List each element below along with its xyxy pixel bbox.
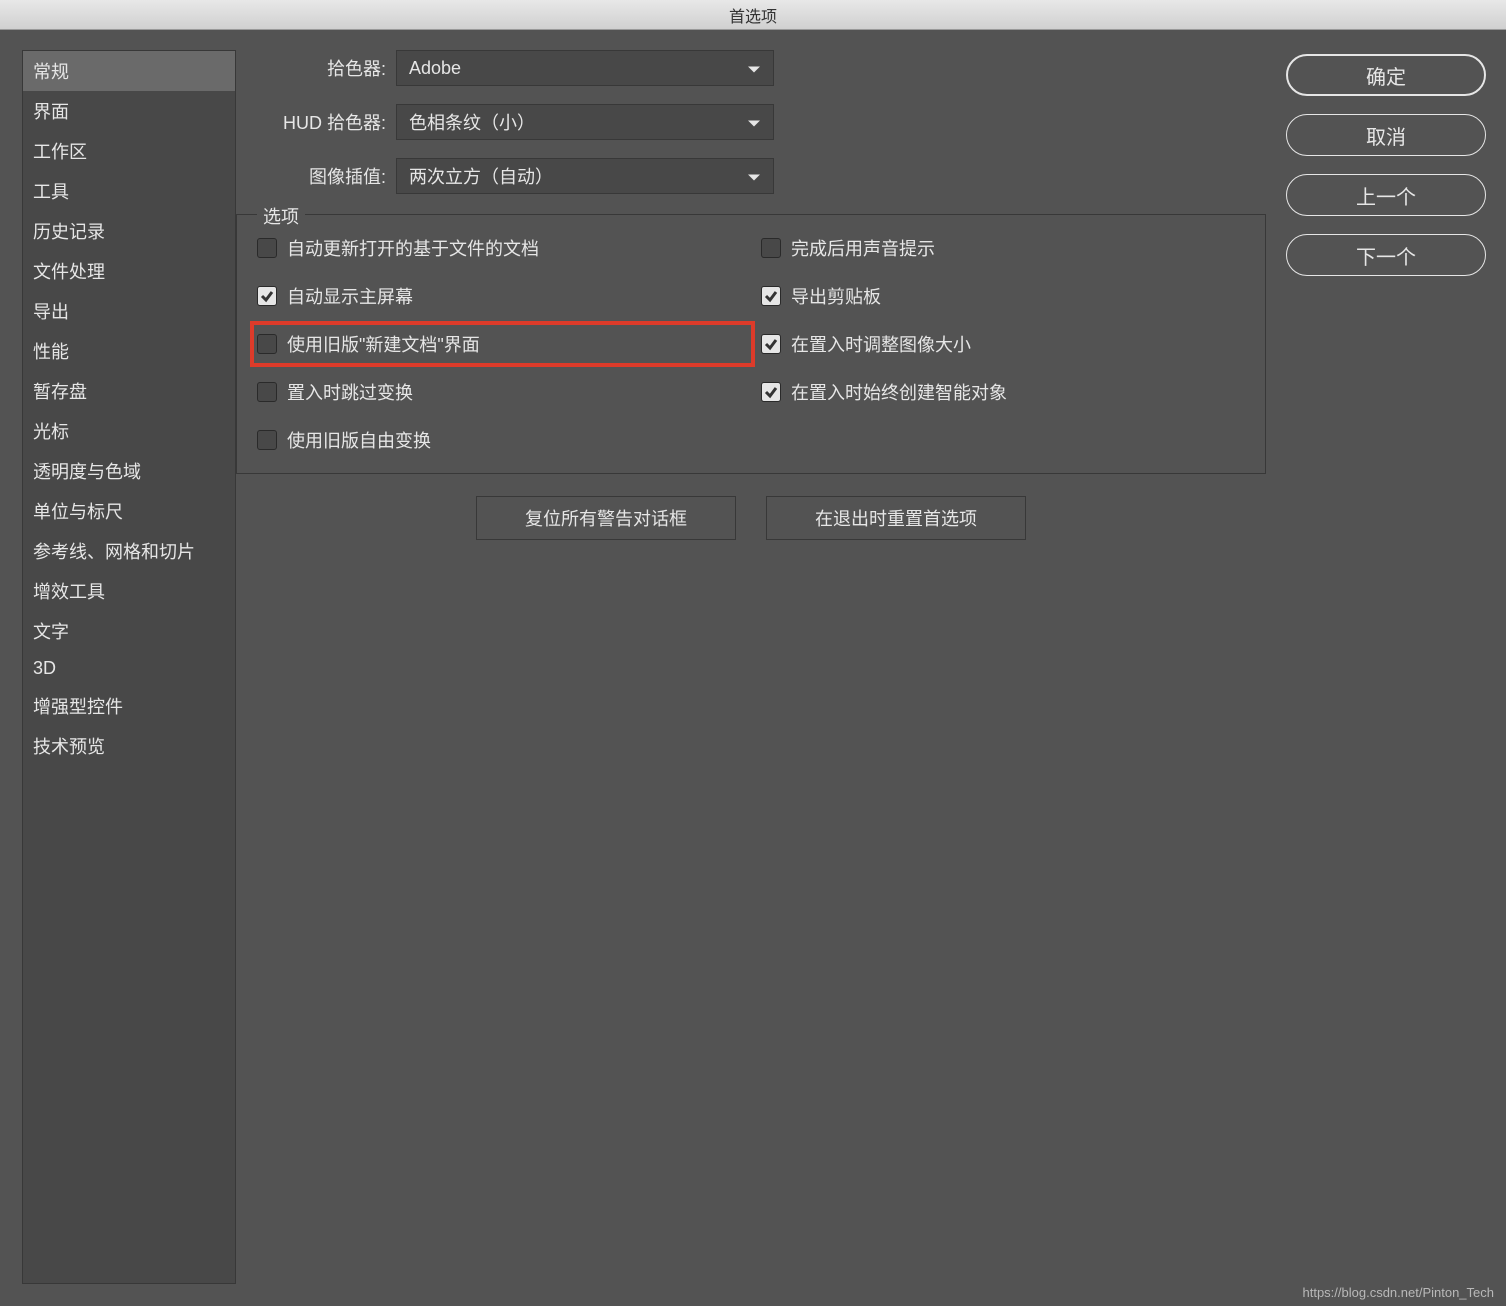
sidebar-item-type[interactable]: 文字 xyxy=(23,611,235,651)
checkbox-legthe -newdoc[interactable]: 使用旧版"新建文档"界面 xyxy=(250,321,755,367)
sidebar-item-preview[interactable]: 技术预览 xyxy=(23,726,235,766)
checkbox-icon[interactable] xyxy=(257,382,277,402)
checkbox-icon[interactable] xyxy=(257,430,277,450)
checkbox-skip-transform[interactable]: 置入时跳过变换 xyxy=(257,379,741,405)
sidebar-item-3d[interactable]: 3D xyxy=(23,651,235,686)
checkbox-icon[interactable] xyxy=(257,334,277,354)
watermark: https://blog.csdn.net/Pinton_Tech xyxy=(1302,1285,1494,1300)
image-interp-label: 图像插值: xyxy=(236,163,396,189)
hud-picker-label: HUD 拾色器: xyxy=(236,109,396,135)
checkbox-auto-update[interactable]: 自动更新打开的基于文件的文档 xyxy=(257,235,741,261)
color-picker-label: 拾色器: xyxy=(236,55,396,81)
sidebar-item-export[interactable]: 导出 xyxy=(23,291,235,331)
checkbox-resize-place[interactable]: 在置入时调整图像大小 xyxy=(761,331,1245,357)
checkbox-show-home[interactable]: 自动显示主屏幕 xyxy=(257,283,741,309)
sidebar-item-scratch[interactable]: 暂存盘 xyxy=(23,371,235,411)
reset-dialogs-button[interactable]: 复位所有警告对话框 xyxy=(476,496,736,540)
image-interp-value: 两次立方（自动） xyxy=(409,163,553,189)
sidebar-item-enhanced[interactable]: 增强型控件 xyxy=(23,686,235,726)
sidebar-item-tools[interactable]: 工具 xyxy=(23,171,235,211)
hud-picker-value: 色相条纹（小） xyxy=(409,109,535,135)
sidebar-item-interface[interactable]: 界面 xyxy=(23,91,235,131)
main-area: 常规 界面 工作区 工具 历史记录 文件处理 导出 性能 暂存盘 光标 透明度与… xyxy=(0,30,1506,1306)
chevron-down-icon xyxy=(747,112,761,133)
hud-picker-dropdown[interactable]: 色相条纹（小） xyxy=(396,104,774,140)
chevron-down-icon xyxy=(747,58,761,79)
color-picker-dropdown[interactable]: Adobe xyxy=(396,50,774,86)
checkbox-icon[interactable] xyxy=(257,286,277,306)
checkbox-icon[interactable] xyxy=(761,286,781,306)
sidebar-item-units[interactable]: 单位与标尺 xyxy=(23,491,235,531)
sidebar-item-guides[interactable]: 参考线、网格和切片 xyxy=(23,531,235,571)
options-fieldset: 选项 自动更新打开的基于文件的文档 完成后用声音提示 自动显示主屏幕 xyxy=(236,214,1266,474)
preferences-sidebar: 常规 界面 工作区 工具 历史记录 文件处理 导出 性能 暂存盘 光标 透明度与… xyxy=(22,50,236,1284)
color-picker-value: Adobe xyxy=(409,58,461,79)
sidebar-item-filehandling[interactable]: 文件处理 xyxy=(23,251,235,291)
checkbox-icon[interactable] xyxy=(257,238,277,258)
checkbox-icon[interactable] xyxy=(761,334,781,354)
sidebar-item-history[interactable]: 历史记录 xyxy=(23,211,235,251)
checkbox-legacy-transform[interactable]: 使用旧版自由变换 xyxy=(257,427,741,453)
checkbox-beep-done[interactable]: 完成后用声音提示 xyxy=(761,235,1245,261)
cancel-button[interactable]: 取消 xyxy=(1286,114,1486,156)
sidebar-item-workspace[interactable]: 工作区 xyxy=(23,131,235,171)
sidebar-item-performance[interactable]: 性能 xyxy=(23,331,235,371)
content-area: 拾色器: Adobe HUD 拾色器: 色相条纹（小） 图像插值: 两次立方（自… xyxy=(236,50,1506,1306)
checkbox-smart-object[interactable]: 在置入时始终创建智能对象 xyxy=(761,379,1245,405)
ok-button[interactable]: 确定 xyxy=(1286,54,1486,96)
window-title: 首选项 xyxy=(729,3,777,27)
checkbox-export-clip[interactable]: 导出剪贴板 xyxy=(761,283,1245,309)
sidebar-item-plugins[interactable]: 增效工具 xyxy=(23,571,235,611)
image-interp-dropdown[interactable]: 两次立方（自动） xyxy=(396,158,774,194)
checkbox-icon[interactable] xyxy=(761,238,781,258)
checkbox-icon[interactable] xyxy=(761,382,781,402)
sidebar-item-general[interactable]: 常规 xyxy=(23,51,235,91)
window-titlebar: 首选项 xyxy=(0,0,1506,30)
chevron-down-icon xyxy=(747,166,761,187)
next-button[interactable]: 下一个 xyxy=(1286,234,1486,276)
options-legend: 选项 xyxy=(257,203,305,229)
sidebar-item-cursors[interactable]: 光标 xyxy=(23,411,235,451)
prev-button[interactable]: 上一个 xyxy=(1286,174,1486,216)
reset-on-quit-button[interactable]: 在退出时重置首选项 xyxy=(766,496,1026,540)
sidebar-item-transparency[interactable]: 透明度与色域 xyxy=(23,451,235,491)
